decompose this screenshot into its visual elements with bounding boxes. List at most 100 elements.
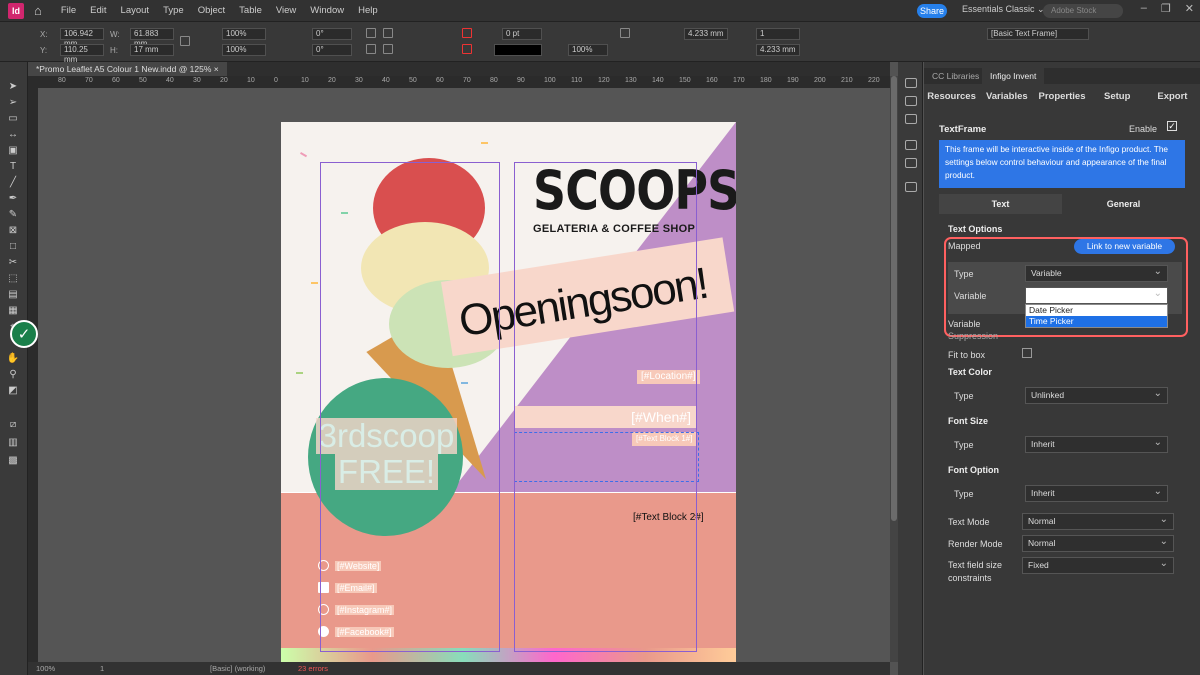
rectangle-tool-icon[interactable]: □ [6, 240, 20, 252]
type-tool-icon[interactable]: T [6, 160, 20, 172]
links-icon[interactable] [905, 114, 917, 124]
columns-field[interactable]: 1 [756, 28, 800, 40]
segment-general[interactable]: General [1062, 194, 1185, 214]
font-option-type-select[interactable]: Inherit [1025, 484, 1168, 502]
swatches-icon[interactable] [905, 158, 917, 168]
menu-file[interactable]: File [54, 5, 83, 16]
gap-tool-icon[interactable]: ↔ [6, 128, 20, 140]
home-icon[interactable]: ⌂ [34, 3, 42, 18]
when-field[interactable]: [#When#] [514, 406, 697, 428]
text-block-2[interactable]: [#Text Block 2#] [633, 512, 704, 523]
instagram-row[interactable]: [#Instagram#] [318, 604, 395, 615]
menu-edit[interactable]: Edit [83, 5, 113, 16]
stroke-swatch-icon[interactable] [462, 44, 472, 54]
opacity-field[interactable]: 100% [568, 44, 608, 56]
enable-checkbox[interactable]: ✓ [1167, 121, 1177, 131]
menu-resources[interactable]: Resources [924, 88, 979, 110]
adobe-stock-search[interactable]: Adobe Stock [1043, 4, 1123, 18]
close-icon[interactable]: ✕ [1185, 2, 1194, 15]
page-number[interactable]: 1 [100, 662, 104, 675]
text-mode-select[interactable]: Normal [1022, 512, 1174, 530]
selection-tool-icon[interactable]: ➤ [6, 80, 20, 92]
vertical-scrollbar[interactable] [890, 76, 898, 662]
h-field[interactable]: 17 mm [130, 44, 174, 56]
workspace-switcher[interactable]: Essentials Classic ⌄ [962, 4, 1045, 15]
y-field[interactable]: 110.25 mm [60, 44, 104, 64]
stroke-type-field[interactable] [494, 44, 542, 56]
apply-none-icon[interactable]: ⧄ [6, 418, 20, 430]
menu-view[interactable]: View [269, 5, 303, 16]
stroke-panel-icon[interactable] [905, 140, 917, 150]
screen-mode-icon[interactable]: ▥ [6, 436, 20, 448]
menu-layout[interactable]: Layout [114, 5, 157, 16]
hand-tool-icon[interactable]: ✋ [6, 352, 20, 364]
document-tab[interactable]: *Promo Leaflet A5 Colour 1 New.indd @ 12… [28, 62, 227, 76]
email-row[interactable]: [#Email#] [318, 582, 377, 593]
option-date-picker[interactable]: Date Picker [1026, 305, 1167, 316]
font-size-type-select[interactable]: Inherit [1025, 435, 1168, 453]
tab-infigo-invent[interactable]: Infigo Invent [982, 68, 1045, 84]
zoom-level[interactable]: 100% [36, 662, 55, 675]
menu-window[interactable]: Window [303, 5, 351, 16]
menu-object[interactable]: Object [191, 5, 232, 16]
free-transform-tool-icon[interactable]: ⬚ [6, 272, 20, 284]
pen-tool-icon[interactable]: ✒ [6, 192, 20, 204]
menu-help[interactable]: Help [351, 5, 385, 16]
menu-type[interactable]: Type [156, 5, 191, 16]
w-field[interactable]: 61.883 mm [130, 28, 174, 48]
menu-variables[interactable]: Variables [979, 88, 1034, 110]
menu-export[interactable]: Export [1145, 88, 1200, 110]
error-count[interactable]: 23 errors [298, 662, 328, 675]
type-select[interactable]: Variable [1025, 264, 1168, 282]
stroke-weight-field[interactable]: 0 pt [502, 28, 542, 40]
rectangle-frame-tool-icon[interactable]: ⊠ [6, 224, 20, 236]
selected-text-frame[interactable] [514, 432, 699, 482]
scroll-thumb[interactable] [891, 76, 897, 521]
tab-cc-libraries[interactable]: CC Libraries [924, 68, 987, 84]
rotate-field[interactable]: 0° [312, 28, 352, 40]
direct-selection-tool-icon[interactable]: ➢ [6, 96, 20, 108]
shear-field[interactable]: 0° [312, 44, 352, 56]
fit-to-box-checkbox[interactable] [1022, 348, 1032, 358]
facebook-row[interactable]: [#Facebook#] [318, 626, 394, 637]
pencil-tool-icon[interactable]: ✎ [6, 208, 20, 220]
minimize-icon[interactable]: – [1141, 2, 1147, 15]
text-color-type-select[interactable]: Unlinked [1025, 386, 1168, 404]
option-time-picker[interactable]: Time Picker [1026, 316, 1167, 327]
zoom-tool-icon[interactable]: ⚲ [6, 368, 20, 380]
gradient-tool-icon[interactable]: ▤ [6, 288, 20, 300]
website-row[interactable]: [#Website] [318, 560, 382, 571]
rotate-cw-icon[interactable] [366, 28, 376, 38]
constrain-proportions-icon[interactable] [180, 36, 190, 46]
scissors-tool-icon[interactable]: ✂ [6, 256, 20, 268]
fill-stroke-icon[interactable]: ◩ [6, 384, 20, 396]
x-field[interactable]: 106.942 mm [60, 28, 104, 48]
preview-mode-icon[interactable]: ▩ [6, 454, 20, 466]
page-tool-icon[interactable]: ▭ [6, 112, 20, 124]
segment-text[interactable]: Text [939, 194, 1062, 214]
line-tool-icon[interactable]: ╱ [6, 176, 20, 188]
free-scoop-text[interactable]: 3rdscoop FREE! [309, 418, 464, 490]
link-to-new-variable-button[interactable]: Link to new variable [1074, 239, 1175, 254]
menu-properties[interactable]: Properties [1034, 88, 1089, 110]
flip-vertical-icon[interactable] [383, 44, 393, 54]
share-button[interactable]: Share [917, 4, 947, 18]
preflight-profile[interactable]: [Basic] (working) [210, 662, 265, 675]
rotate-ccw-icon[interactable] [383, 28, 393, 38]
scale-y-field[interactable]: 100% [222, 44, 266, 56]
note-tool-icon[interactable]: ▦ [6, 304, 20, 316]
object-style-select[interactable]: [Basic Text Frame] [987, 28, 1089, 40]
menu-table[interactable]: Table [232, 5, 269, 16]
preflight-check-icon[interactable]: ✓ [10, 320, 38, 348]
text-frame-options-icon[interactable] [620, 28, 630, 38]
flip-horizontal-icon[interactable] [366, 44, 376, 54]
fill-swatch-icon[interactable] [462, 28, 472, 38]
cc-libraries-icon[interactable] [905, 78, 917, 88]
scale-x-field[interactable]: 100% [222, 28, 266, 40]
render-mode-select[interactable]: Normal [1022, 534, 1174, 552]
layers-icon[interactable] [905, 96, 917, 106]
location-field[interactable]: [#Location#] [637, 370, 700, 384]
menu-setup[interactable]: Setup [1090, 88, 1145, 110]
variable-select[interactable] [1025, 286, 1168, 304]
gutter-field[interactable]: 4.233 mm [756, 44, 800, 56]
